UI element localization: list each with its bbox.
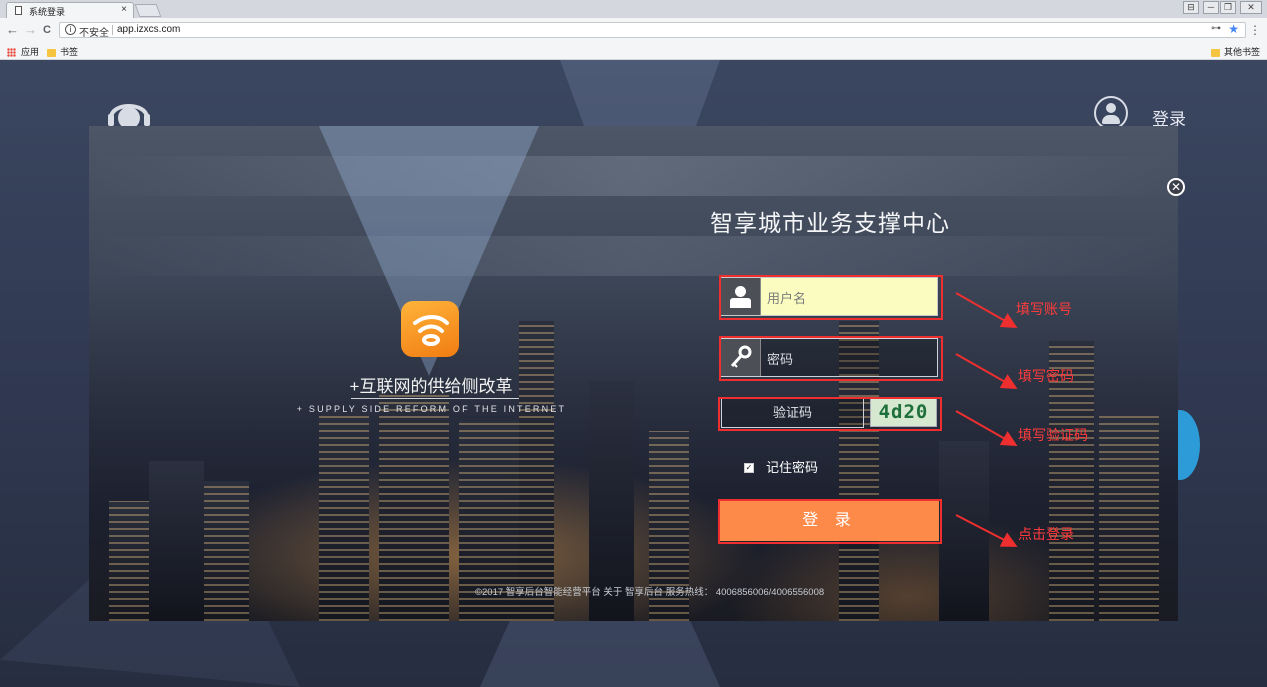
tab-title: 系统登录 — [29, 7, 66, 17]
annotation-fill-account: 填写账号 — [1016, 301, 1072, 317]
menu-icon[interactable]: ⋮ — [1249, 23, 1261, 37]
security-label[interactable]: 不安全 — [79, 24, 109, 39]
other-bookmarks-label: 其他书签 — [1224, 47, 1261, 57]
page-icon — [15, 6, 22, 15]
tab-close-icon[interactable]: × — [121, 4, 127, 15]
address-bar[interactable]: i 不安全 app.izxcs.com ⊶ ★ — [59, 22, 1246, 39]
divider — [112, 25, 113, 35]
reload-button[interactable]: C — [43, 23, 51, 37]
restore-button[interactable]: ❐ — [1220, 1, 1236, 14]
new-tab-button[interactable] — [134, 4, 162, 17]
back-button[interactable]: ← — [6, 23, 19, 37]
user-profile-icon[interactable]: ⊟ — [1183, 1, 1199, 14]
apps-grid-icon — [7, 48, 16, 58]
bookmark-apps[interactable]: 应用 — [7, 45, 39, 58]
annotation-click-login: 点击登录 — [1018, 526, 1074, 542]
page-background: 登录 +互联网的供给侧改革 + SUPPLY SIDE REFORM OF TH — [0, 60, 1267, 687]
key-icon[interactable]: ⊶ — [1211, 23, 1221, 34]
window-close-button[interactable]: ✕ — [1240, 1, 1262, 14]
browser-tab[interactable]: 系统登录 × — [6, 2, 134, 18]
other-bookmarks[interactable]: 其他书签 — [1211, 45, 1260, 58]
tab-strip: 系统登录 × ⊟ ─ ❐ ✕ — [0, 0, 1267, 18]
folder-icon — [47, 48, 56, 57]
bookmark-folder[interactable]: 书签 — [47, 45, 78, 58]
minimize-button[interactable]: ─ — [1203, 1, 1219, 14]
annotation-arrows — [955, 292, 1018, 547]
forward-button[interactable]: → — [24, 23, 37, 37]
bookmarks-bar: 应用 书签 其他书签 — [0, 42, 1267, 60]
annotation-fill-password: 填写密码 — [1018, 368, 1074, 384]
bookmark-folder-label: 书签 — [60, 47, 79, 57]
folder-icon — [1211, 48, 1220, 57]
star-icon[interactable]: ★ — [1228, 22, 1239, 36]
annotation-fill-captcha: 填写验证码 — [1018, 427, 1088, 443]
url-text[interactable]: app.izxcs.com — [117, 24, 180, 35]
info-icon[interactable]: i — [65, 24, 76, 35]
bookmark-apps-label: 应用 — [21, 47, 40, 57]
